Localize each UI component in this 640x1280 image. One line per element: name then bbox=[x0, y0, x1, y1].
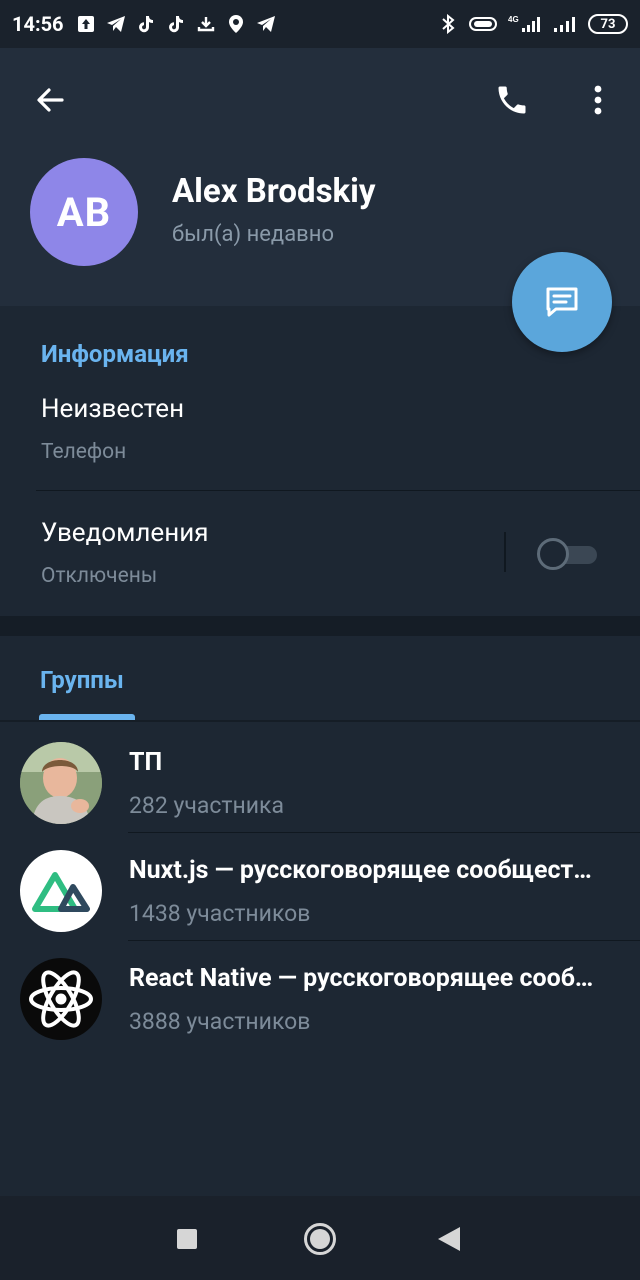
notifications-toggle[interactable] bbox=[537, 538, 597, 570]
phone-value[interactable]: Неизвестен bbox=[41, 394, 184, 424]
group-name: React Native — русскоговорящее сообществ… bbox=[129, 964, 599, 993]
nuxt-logo-icon bbox=[32, 872, 90, 912]
profile-name: Alex Brodskiy bbox=[172, 172, 376, 211]
group-avatar-photo bbox=[20, 742, 102, 824]
signal-4g-icon: 4G bbox=[508, 14, 542, 34]
vibrate-icon bbox=[468, 14, 498, 34]
profile-avatar[interactable]: AB bbox=[30, 158, 138, 266]
arrow-left-icon bbox=[37, 88, 64, 112]
group-name: Nuxt.js — русскоговорящее сообщество bbox=[129, 856, 599, 885]
group-row[interactable]: ТП 282 участника bbox=[0, 732, 640, 840]
call-button[interactable] bbox=[488, 76, 536, 124]
telegram-icon bbox=[256, 14, 276, 34]
divider bbox=[128, 832, 640, 833]
tiktok-icon bbox=[166, 14, 186, 34]
group-member-count: 3888 участников bbox=[129, 1008, 311, 1035]
upload-icon bbox=[76, 14, 96, 34]
system-back-button[interactable] bbox=[438, 1227, 460, 1251]
status-bar: 14:56 4G 73 bbox=[0, 0, 640, 48]
telegram-icon bbox=[106, 14, 126, 34]
group-row[interactable]: React Native — русскоговорящее сообществ… bbox=[0, 948, 640, 1056]
section-gap bbox=[0, 616, 640, 636]
home-icon bbox=[310, 1229, 330, 1249]
avatar-initials: AB bbox=[56, 188, 112, 236]
recents-button[interactable] bbox=[177, 1229, 197, 1249]
more-options-button[interactable] bbox=[578, 76, 618, 124]
info-section: Информация Неизвестен Телефон Уведомлени… bbox=[0, 306, 640, 616]
send-message-button[interactable] bbox=[512, 252, 612, 352]
message-icon bbox=[546, 287, 578, 317]
home-button[interactable] bbox=[304, 1223, 336, 1255]
group-avatar-nuxt bbox=[20, 850, 102, 932]
tab-divider bbox=[0, 720, 640, 722]
back-button[interactable] bbox=[28, 78, 72, 122]
group-member-count: 282 участника bbox=[129, 792, 284, 819]
more-vertical-icon bbox=[594, 85, 602, 115]
tab-groups[interactable]: Группы bbox=[40, 666, 124, 694]
status-time: 14:56 bbox=[12, 12, 64, 36]
notification-icons bbox=[76, 14, 276, 34]
react-logo-icon bbox=[29, 970, 93, 1028]
divider bbox=[128, 940, 640, 941]
last-seen-status: был(а) недавно bbox=[172, 222, 334, 247]
bluetooth-icon bbox=[438, 14, 458, 34]
group-row[interactable]: Nuxt.js — русскоговорящее сообщество 143… bbox=[0, 840, 640, 948]
group-member-count: 1438 участников bbox=[129, 900, 311, 927]
vertical-separator bbox=[504, 532, 506, 572]
tiktok-icon bbox=[136, 14, 156, 34]
signal-icon bbox=[552, 14, 578, 34]
group-avatar-react bbox=[20, 958, 102, 1040]
divider bbox=[36, 490, 640, 491]
system-navigation-bar bbox=[0, 1196, 640, 1280]
group-name: ТП bbox=[129, 748, 163, 777]
download-icon bbox=[196, 14, 216, 34]
groups-section: Группы ТП 282 участника Nuxt.js — русско… bbox=[0, 636, 640, 1196]
phone-label: Телефон bbox=[41, 440, 127, 464]
location-icon bbox=[226, 14, 246, 34]
notifications-title[interactable]: Уведомления bbox=[41, 518, 209, 548]
person-photo-icon bbox=[20, 742, 102, 824]
info-section-title: Информация bbox=[41, 340, 189, 368]
system-icons: 4G 73 bbox=[438, 14, 628, 34]
toggle-knob bbox=[537, 538, 569, 570]
phone-icon bbox=[498, 86, 526, 114]
svg-text:4G: 4G bbox=[508, 15, 519, 24]
battery-indicator: 73 bbox=[588, 14, 628, 34]
notifications-status: Отключены bbox=[41, 564, 158, 588]
